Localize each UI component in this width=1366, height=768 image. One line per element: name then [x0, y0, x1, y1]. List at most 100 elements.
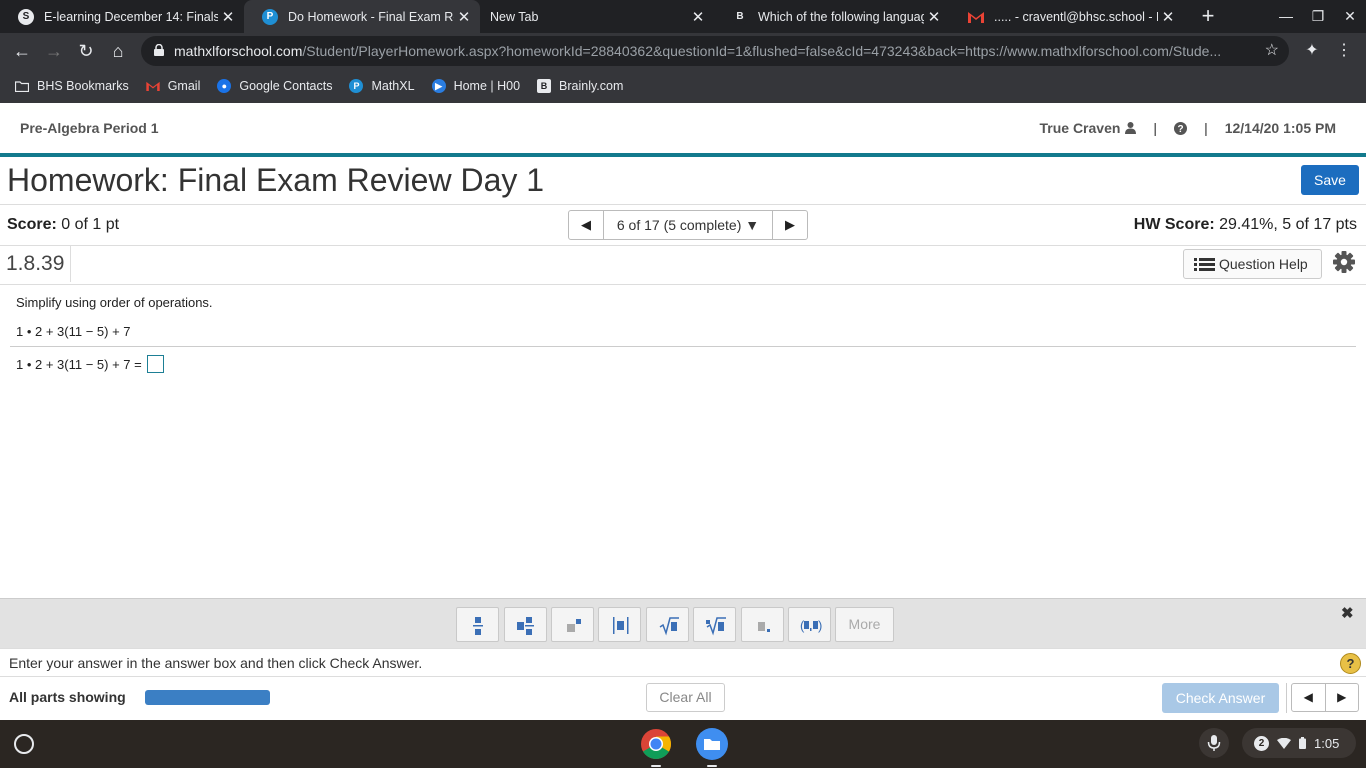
extensions-icon[interactable]: ✦ [1298, 37, 1326, 65]
bookmark-label: BHS Bookmarks [37, 79, 129, 93]
bookmark-gmail[interactable]: Gmail [146, 79, 201, 93]
user-name[interactable]: True Craven [1039, 103, 1120, 153]
next-question-button[interactable]: ▶ [772, 211, 807, 239]
question-help-button[interactable]: Question Help [1183, 249, 1322, 279]
launcher-icon[interactable] [14, 734, 34, 754]
bookmarks-bar: BHS Bookmarks Gmail ● Google Contacts P … [0, 69, 1366, 103]
help-question-icon[interactable]: ? [1340, 653, 1361, 674]
close-icon[interactable]: ✕ [218, 8, 238, 26]
parts-showing-label: All parts showing [9, 689, 126, 705]
tab-gmail[interactable]: ..... - craventl@bhsc.school - Bo ✕ [950, 0, 1184, 33]
math-palette: () More ✖ [0, 598, 1366, 648]
bookmark-google-contacts[interactable]: ● Google Contacts [217, 79, 332, 93]
fraction-icon[interactable] [456, 607, 499, 642]
home-icon[interactable]: ⌂ [104, 37, 132, 65]
bookmark-brainly[interactable]: B Brainly.com [537, 79, 623, 93]
address-bar[interactable]: mathxlforschool.com/Student/PlayerHomewo… [141, 36, 1289, 66]
help-circle-icon[interactable]: ? [1174, 121, 1188, 135]
course-name[interactable]: Pre-Algebra Period 1 [20, 103, 159, 153]
question-header: 1.8.39 Question Help [0, 246, 1366, 284]
divider [0, 284, 1366, 285]
progress-fill [145, 690, 270, 705]
hint-bar: Enter your answer in the answer box and … [0, 648, 1366, 677]
clear-all-button[interactable]: Clear All [646, 683, 725, 712]
separator: | [1204, 120, 1208, 136]
svg-text:): ) [818, 618, 822, 633]
homework-score: HW Score: 29.41%, 5 of 17 pts [1133, 216, 1357, 233]
bookmark-bhs[interactable]: BHS Bookmarks [15, 79, 129, 93]
gmail-icon [146, 79, 160, 93]
tab-title: New Tab [490, 9, 539, 24]
tab-title: Which of the following languag [758, 9, 924, 24]
caret-down-icon: ▼ [745, 217, 760, 233]
tab-do-homework[interactable]: P Do Homework - Final Exam Rev ✕ [244, 0, 480, 33]
svg-text:?: ? [1178, 124, 1184, 135]
close-icon[interactable]: ✕ [454, 8, 474, 26]
os-shelf: 2 1:05 [0, 720, 1366, 768]
site-header: Pre-Algebra Period 1 True Craven | ? | 1… [0, 103, 1366, 153]
save-button[interactable]: Save [1301, 165, 1359, 195]
more-tools-button[interactable]: More [835, 607, 894, 642]
answer-row: 1 • 2 + 3(11 − 5) + 7 = [16, 355, 164, 373]
date-time: 12/14/20 1:05 PM [1224, 120, 1336, 136]
system-tray[interactable]: 2 1:05 [1242, 728, 1356, 758]
new-tab-button[interactable]: + [1196, 3, 1220, 29]
site-header-right: True Craven | ? | 12/14/20 1:05 PM [1039, 103, 1336, 153]
microphone-icon[interactable] [1199, 728, 1229, 758]
pearson-icon: P [262, 8, 278, 25]
pager-next-button[interactable]: ▶ [1326, 684, 1359, 711]
folder-icon [15, 79, 29, 93]
divider [10, 346, 1356, 347]
check-answer-button[interactable]: Check Answer [1162, 683, 1279, 713]
forward-icon[interactable]: → [40, 37, 68, 65]
close-icon[interactable]: ✕ [924, 8, 944, 26]
files-icon[interactable] [696, 728, 728, 760]
mixed-number-icon[interactable] [504, 607, 547, 642]
play-icon: ▶ [431, 79, 446, 93]
lock-icon [154, 44, 164, 56]
separator: | [1153, 120, 1158, 136]
gear-icon[interactable] [1333, 251, 1355, 273]
menu-icon[interactable]: ⋮ [1330, 37, 1358, 65]
question-select[interactable]: 6 of 17 (5 complete) ▼ [604, 211, 772, 239]
answer-input[interactable] [146, 355, 164, 373]
nth-root-icon[interactable] [693, 607, 736, 642]
absolute-value-icon[interactable] [598, 607, 641, 642]
bookmark-label: Gmail [167, 79, 201, 93]
reload-icon[interactable]: ↻ [72, 37, 100, 65]
decimal-icon[interactable] [741, 607, 784, 642]
tab-elearning[interactable]: S E-learning December 14: Finals ✕ [0, 0, 244, 33]
schoology-icon: S [18, 8, 34, 25]
ordered-pair-icon[interactable]: () [788, 607, 831, 642]
bookmark-star-icon[interactable]: ☆ [1265, 36, 1279, 66]
contacts-icon: ● [217, 79, 232, 93]
question-help-label: Question Help [1219, 256, 1308, 272]
bookmark-mathxl[interactable]: P MathXL [349, 79, 415, 93]
close-icon[interactable]: ✕ [1158, 8, 1178, 26]
tab-new-tab[interactable]: New Tab ✕ [480, 0, 714, 33]
tab-title: ..... - craventl@bhsc.school - Bo [994, 9, 1158, 24]
square-root-icon[interactable] [646, 607, 689, 642]
close-palette-icon[interactable]: ✖ [1341, 604, 1354, 622]
browser-toolbar: ← → ↻ ⌂ mathxlforschool.com/Student/Play… [0, 33, 1366, 69]
bookmark-label: Home | H00 [453, 79, 521, 93]
list-icon [1194, 258, 1215, 271]
pager-previous-button[interactable]: ◀ [1292, 684, 1326, 711]
question-expression: 1 • 2 + 3(11 − 5) + 7 [16, 324, 131, 339]
back-icon[interactable]: ← [8, 37, 36, 65]
minimize-icon[interactable]: — [1270, 0, 1302, 33]
bookmark-label: Google Contacts [239, 79, 333, 93]
restore-icon[interactable]: ❐ [1302, 0, 1334, 33]
chrome-icon[interactable] [640, 728, 672, 760]
brainly-icon: B [732, 8, 748, 25]
exponent-icon[interactable] [551, 607, 594, 642]
brainly-icon: B [537, 79, 552, 93]
tab-brainly[interactable]: B Which of the following languag ✕ [714, 0, 950, 33]
previous-question-button[interactable]: ◀ [569, 211, 604, 239]
url-text: mathxlforschool.com/Student/PlayerHomewo… [174, 43, 1222, 59]
pearson-icon: P [349, 79, 364, 93]
window-close-icon[interactable]: ✕ [1334, 0, 1366, 33]
question-navigator: ◀ 6 of 17 (5 complete) ▼ ▶ [568, 210, 808, 240]
bookmark-home[interactable]: ▶ Home | H00 [431, 79, 521, 93]
close-icon[interactable]: ✕ [688, 8, 708, 26]
